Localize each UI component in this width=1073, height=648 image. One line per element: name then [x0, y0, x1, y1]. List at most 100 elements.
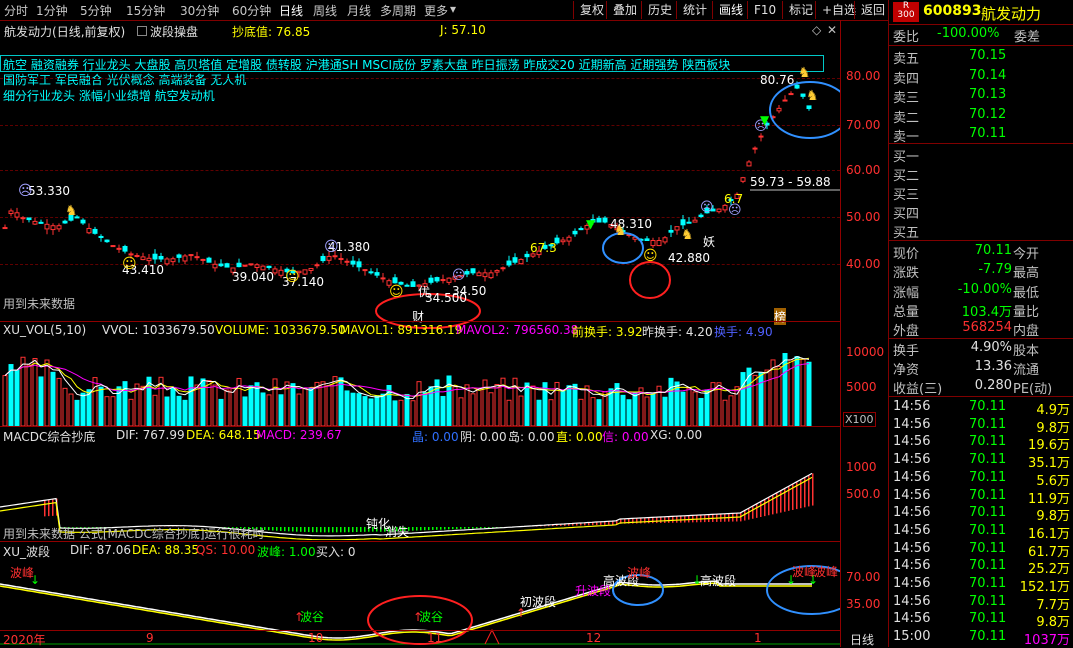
- chart-area[interactable]: 航发动力(日线,前复权) 波段操盘 抄底值: 76.85 J: 57.10 ◇ …: [0, 20, 888, 647]
- price-note: 42.880: [668, 251, 710, 265]
- volume-bar: [633, 393, 637, 426]
- candle-body: [153, 254, 157, 259]
- wave-title[interactable]: XU_波段: [3, 543, 50, 560]
- volume-bar: [171, 387, 175, 426]
- volume-bar: [33, 359, 37, 426]
- tick-volume: 1037万: [1024, 629, 1070, 648]
- macd-extra-xin: 信: 0.00: [602, 428, 649, 445]
- volume-bar: [105, 397, 109, 426]
- period-tab-60min[interactable]: 60分钟: [232, 2, 271, 19]
- macd-bar: [480, 527, 482, 528]
- volume-bar: [765, 370, 769, 426]
- vol-unit: X100: [843, 412, 876, 427]
- candle-body: [489, 273, 493, 278]
- button-draw[interactable]: 画线: [712, 1, 749, 19]
- volume-bar: [471, 394, 475, 426]
- smile-face-icon: ☺: [122, 256, 137, 272]
- candle-body: [345, 261, 349, 262]
- sad-face-icon: ☹: [324, 239, 339, 255]
- candle-body: [45, 224, 49, 229]
- tick-time: 14:56: [893, 505, 930, 520]
- candle-body: [645, 239, 649, 241]
- period-tab-multi[interactable]: 多周期: [380, 2, 416, 19]
- period-tab-monthly[interactable]: 月线: [347, 2, 371, 19]
- candle-body: [795, 85, 799, 88]
- stat-value: 13.36: [975, 359, 1012, 374]
- vol-title[interactable]: XU_VOL(5,10): [3, 323, 86, 337]
- tick-volume: 9.8万: [1036, 505, 1070, 524]
- button-f10[interactable]: F10: [747, 1, 782, 19]
- volume-bar: [255, 383, 259, 426]
- period-indicator[interactable]: 日线: [850, 631, 874, 648]
- vol-turnover: 换手: 4.90: [714, 323, 773, 340]
- tick-row: 14:5670.11152.1万: [889, 576, 1073, 594]
- stat-value: -10.00%: [958, 282, 1012, 297]
- tick-row: 14:5670.1125.2万: [889, 558, 1073, 576]
- indicator-name[interactable]: 波段操盘: [150, 23, 198, 40]
- checkbox-icon[interactable]: [137, 26, 147, 36]
- tick-row: 14:5670.1119.6万: [889, 434, 1073, 452]
- volume-bar: [663, 397, 667, 426]
- tick-row: 14:5670.1111.9万: [889, 488, 1073, 506]
- volume-bar: [39, 377, 43, 426]
- macd-title[interactable]: MACDC综合抄底: [3, 428, 95, 445]
- stock-name: 航发动力: [4, 25, 52, 39]
- volume-bar: [645, 397, 649, 426]
- tick-time: 14:56: [893, 434, 930, 449]
- volume-bar: [747, 368, 751, 426]
- stat-label: 流通: [1013, 359, 1039, 378]
- period-tab-timeshare[interactable]: 分时: [4, 2, 28, 19]
- ask-label: 卖三: [893, 87, 919, 106]
- macd-bar: [356, 527, 358, 532]
- tick-price: 70.11: [969, 470, 1006, 485]
- ask-label: 卖二: [893, 107, 919, 126]
- tick-price: 70.11: [969, 558, 1006, 573]
- macd-bar: [640, 518, 642, 523]
- volume-bar: [279, 395, 283, 426]
- candle-body: [681, 220, 685, 225]
- period-tab-daily[interactable]: 日线: [279, 2, 303, 19]
- period-tab-1min[interactable]: 1分钟: [36, 2, 68, 19]
- macd-bar: [676, 516, 678, 522]
- macd-bar: [428, 527, 430, 530]
- tick-price: 70.11: [969, 523, 1006, 538]
- candle-body: [21, 218, 25, 219]
- time-axis-label: 1: [754, 631, 762, 645]
- tick-time: 14:56: [893, 576, 930, 591]
- candle-body: [375, 273, 379, 276]
- arrow-down-icon: ↓: [786, 573, 796, 587]
- period-tab-15min[interactable]: 15分钟: [126, 2, 165, 19]
- candle-body: [471, 269, 475, 273]
- vol-volume: VOLUME: 1033679.50: [215, 323, 346, 337]
- candle-body: [687, 222, 691, 223]
- volume-bar: [321, 382, 325, 426]
- volume-bar: [441, 396, 445, 426]
- button-stats[interactable]: 统计: [676, 1, 713, 19]
- close-icon[interactable]: ✕: [827, 23, 837, 37]
- period-tab-5min[interactable]: 5分钟: [80, 2, 112, 19]
- macd-bar: [328, 527, 330, 532]
- button-adjust[interactable]: 复权: [573, 1, 610, 19]
- smile-face-icon: ☺: [285, 269, 300, 285]
- volume-bar: [561, 391, 565, 426]
- button-back[interactable]: 返回: [854, 1, 891, 19]
- button-mark[interactable]: 标记: [782, 1, 819, 19]
- candle-body: [441, 280, 445, 281]
- tick-price: 70.11: [969, 629, 1006, 644]
- volume-bar: [423, 393, 427, 426]
- macd-bar: [312, 527, 314, 532]
- button-history[interactable]: 历史: [641, 1, 678, 19]
- volume-bar: [153, 395, 157, 426]
- period-tab-30min[interactable]: 30分钟: [180, 2, 219, 19]
- button-overlay[interactable]: 叠加: [606, 1, 643, 19]
- macd-bar: [320, 527, 322, 532]
- more-chevron-icon[interactable]: ▾: [450, 2, 456, 16]
- candle-body: [501, 268, 505, 269]
- yao-tag: 妖: [703, 233, 715, 250]
- period-tab-more[interactable]: 更多: [424, 2, 448, 19]
- stat-label: 量比: [1013, 301, 1039, 320]
- pin-icon[interactable]: ◇: [812, 23, 821, 37]
- period-tab-weekly[interactable]: 周线: [313, 2, 337, 19]
- stock-title: 航发动力(日线,前复权): [4, 23, 125, 40]
- candle-body: [369, 272, 373, 273]
